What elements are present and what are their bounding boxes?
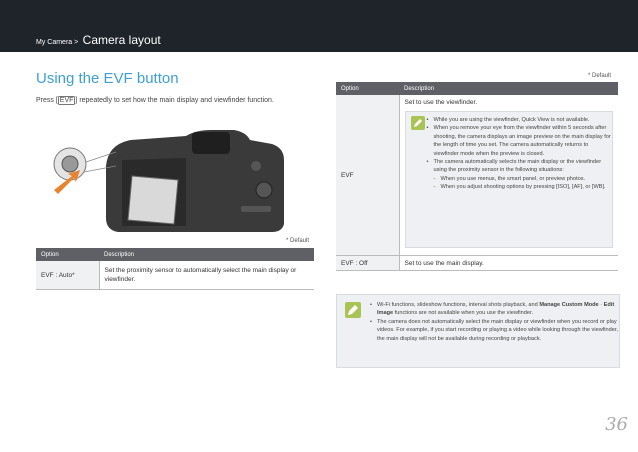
note-1-bold: Manage Custom Mode bbox=[539, 302, 599, 308]
col-description-header: Description bbox=[99, 248, 314, 261]
list-item: While you are using the viewfinder, Quic… bbox=[427, 116, 613, 125]
bottom-note-box: Wi-Fi functions, slideshow functions, in… bbox=[336, 294, 620, 368]
col-description-header: Description bbox=[399, 82, 618, 95]
evf-note-list: While you are using the viewfinder, Quic… bbox=[406, 112, 613, 192]
evf-note-box: While you are using the viewfinder, Quic… bbox=[404, 111, 613, 248]
right-default-note: * Default bbox=[588, 73, 612, 79]
intro-after: repeatedly to set how the main display a… bbox=[79, 97, 274, 104]
option-cell-evf: EVF bbox=[336, 95, 400, 256]
description-cell-evf: Set to use the viewfinder. While you are… bbox=[399, 95, 618, 256]
page-number: 36 bbox=[605, 414, 628, 435]
description-cell: Set the proximity sensor to automaticall… bbox=[99, 261, 314, 290]
option-cell: EVF : Auto* bbox=[36, 261, 100, 290]
left-default-note: * Default bbox=[286, 238, 310, 244]
left-option-table: Option Description EVF : Auto* Set the p… bbox=[36, 248, 314, 290]
intro-text: Press [EVF] repeatedly to set how the ma… bbox=[36, 96, 274, 105]
table-header-row: Option Description bbox=[36, 248, 314, 261]
table-row: EVF : Off Set to use the main display. bbox=[336, 255, 618, 271]
list-item: When you remove your eye from the viewfi… bbox=[427, 124, 613, 158]
evf-key-label: EVF bbox=[57, 96, 76, 105]
pencil-note-icon bbox=[345, 302, 361, 318]
table-row: EVF Set to use the viewfinder. While you… bbox=[336, 95, 618, 256]
section-heading: Using the EVF button bbox=[36, 70, 179, 87]
note-1-prefix: Wi-Fi functions, slideshow functions, in… bbox=[377, 302, 538, 308]
col-option-header: Option bbox=[36, 248, 99, 261]
col-option-header: Option bbox=[336, 82, 399, 95]
page-title: Camera layout bbox=[82, 33, 161, 47]
list-item: The camera automatically selects the mai… bbox=[427, 158, 613, 175]
breadcrumb-section: My Camera > bbox=[36, 39, 79, 46]
page-header: My Camera > Camera layout bbox=[0, 0, 638, 52]
option-cell-off: EVF : Off bbox=[336, 255, 400, 271]
right-option-table: Option Description EVF Set to use the vi… bbox=[336, 82, 618, 271]
table-row: EVF : Auto* Set the proximity sensor to … bbox=[36, 261, 314, 290]
list-item: When you adjust shooting options by pres… bbox=[434, 183, 613, 192]
list-item: The camera does not automatically select… bbox=[370, 318, 619, 343]
description-cell-off: Set to use the main display. bbox=[399, 255, 618, 271]
camera-illustration bbox=[36, 126, 314, 238]
intro-before: Press bbox=[36, 97, 54, 104]
pencil-note-icon bbox=[410, 116, 425, 130]
table-header-row: Option Description bbox=[336, 82, 618, 95]
evf-description: Set to use the viewfinder. bbox=[404, 99, 478, 106]
bottom-note-list: Wi-Fi functions, slideshow functions, in… bbox=[337, 295, 619, 343]
list-item: Wi-Fi functions, slideshow functions, in… bbox=[370, 301, 619, 318]
breadcrumb: My Camera > Camera layout bbox=[36, 31, 161, 49]
note-1-suffix: functions are not available when you use… bbox=[394, 310, 534, 317]
list-item: When you use menus, the smart panel, or … bbox=[434, 175, 613, 184]
